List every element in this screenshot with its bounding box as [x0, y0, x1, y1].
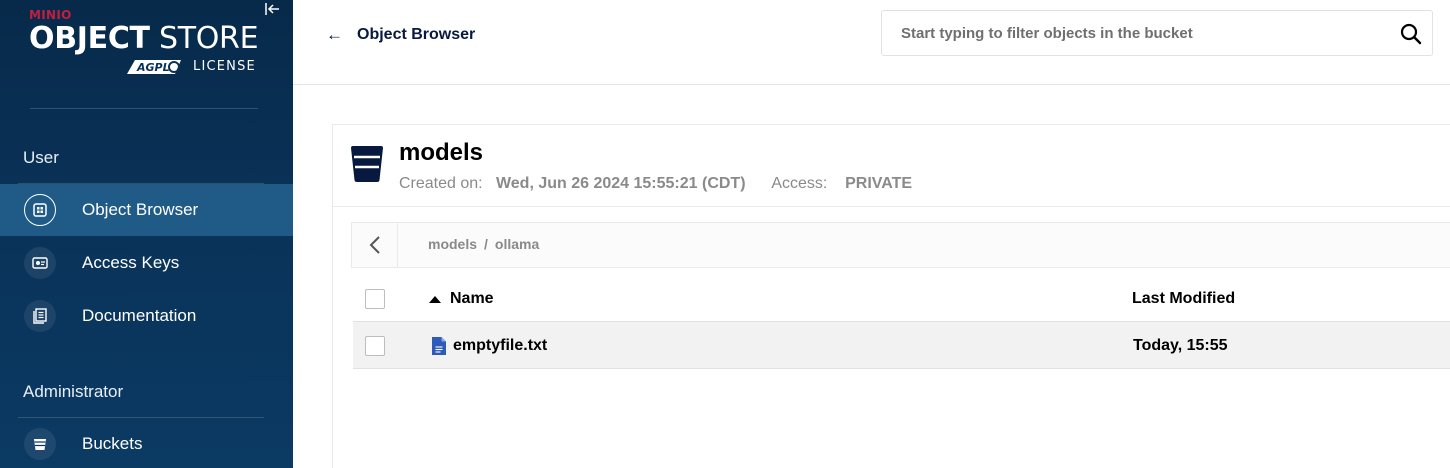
- breadcrumb: models / ollama: [351, 222, 1450, 268]
- select-all-checkbox[interactable]: [365, 289, 385, 309]
- created-label: Created on:: [399, 175, 483, 192]
- search-icon[interactable]: [1400, 23, 1422, 45]
- chevron-left-icon: [369, 236, 380, 254]
- sidebar-item-label: Object Browser: [82, 200, 199, 219]
- filter-search-box: [881, 10, 1433, 56]
- objects-table: Name Last Modified emptyfile.txt Today, …: [353, 275, 1450, 369]
- bucket-meta: Created on: Wed, Jun 26 2024 15:55:21 (C…: [399, 175, 912, 193]
- object-browser-icon: [24, 194, 56, 226]
- breadcrumb-segment-models[interactable]: models: [428, 236, 477, 252]
- arrow-left-icon: ←: [326, 25, 343, 44]
- documentation-icon: [24, 300, 56, 332]
- sidebar-item-label: Buckets: [82, 434, 143, 453]
- license-label: LICENSE: [193, 59, 256, 74]
- access-label: Access:: [771, 175, 828, 192]
- bucket-icon: [351, 146, 383, 182]
- product-name: OBJECT STORE: [29, 21, 259, 56]
- column-name-label: Name: [450, 290, 494, 307]
- sidebar-item-object-browser[interactable]: Object Browser: [0, 184, 293, 236]
- sidebar-item-buckets[interactable]: Buckets: [0, 418, 293, 468]
- breadcrumb-back-button[interactable]: [352, 223, 398, 267]
- breadcrumb-segment-ollama[interactable]: ollama: [495, 236, 539, 252]
- access-keys-icon: [24, 247, 56, 279]
- back-to-object-browser-link[interactable]: ← Object Browser: [326, 24, 475, 46]
- svg-text:AGPL: AGPL: [136, 61, 170, 74]
- table-row[interactable]: emptyfile.txt Today, 15:55: [353, 322, 1450, 369]
- column-header-last-modified[interactable]: Last Modified: [1132, 290, 1235, 308]
- bucket-name: models: [399, 139, 484, 166]
- file-name: emptyfile.txt: [453, 337, 548, 354]
- table-header: Name Last Modified: [353, 275, 1450, 322]
- sort-ascending-icon: [429, 295, 441, 303]
- top-header: ← Object Browser: [293, 0, 1450, 85]
- minio-logo[interactable]: MINIO OBJECT STORE AGPL LICENSE: [29, 8, 261, 80]
- agpl-logo-icon: AGPL: [127, 60, 181, 74]
- filter-objects-input[interactable]: [882, 11, 1382, 55]
- collapse-sidebar-icon[interactable]: [263, 1, 281, 17]
- back-link-label: Object Browser: [357, 26, 476, 43]
- section-administrator-label: Administrator: [23, 382, 124, 401]
- bucket-header: models Created on: Wed, Jun 26 2024 15:5…: [333, 125, 1450, 207]
- text-file-icon: [432, 337, 446, 355]
- sidebar-item-access-keys[interactable]: Access Keys: [0, 237, 293, 289]
- access-value: PRIVATE: [845, 175, 913, 192]
- section-user-label: User: [23, 148, 59, 167]
- row-checkbox[interactable]: [365, 336, 385, 356]
- sidebar: MINIO OBJECT STORE AGPL LICENSE User Obj…: [0, 0, 293, 468]
- column-header-name[interactable]: Name: [429, 290, 494, 308]
- brand-name: MINIO: [29, 8, 72, 22]
- sidebar-item-documentation[interactable]: Documentation: [0, 290, 293, 342]
- sidebar-item-label: Documentation: [82, 306, 197, 325]
- file-last-modified: Today, 15:55: [1133, 337, 1228, 354]
- breadcrumb-separator: /: [484, 236, 488, 252]
- buckets-icon: [24, 428, 56, 460]
- sidebar-divider: [30, 108, 258, 109]
- sidebar-item-label: Access Keys: [82, 253, 180, 272]
- created-value: Wed, Jun 26 2024 15:55:21 (CDT): [495, 175, 746, 192]
- bucket-panel: models Created on: Wed, Jun 26 2024 15:5…: [332, 124, 1450, 468]
- breadcrumb-path: models / ollama: [428, 236, 539, 252]
